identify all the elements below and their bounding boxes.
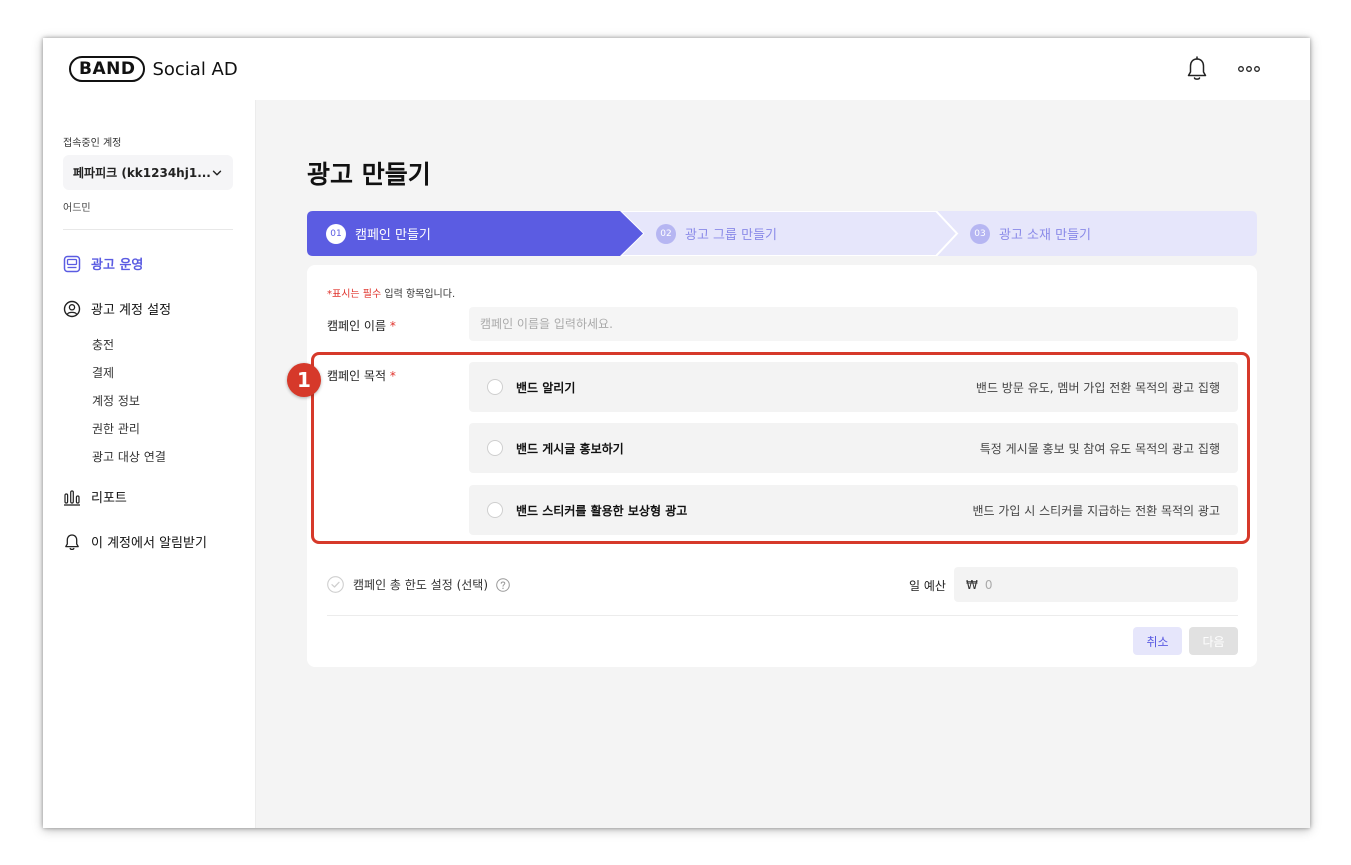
step-3: 03 광고 소재 만들기 bbox=[970, 211, 1091, 256]
objective-description: 밴드 방문 유도, 멤버 가입 전환 목적의 광고 집행 bbox=[975, 380, 1220, 395]
required-note: *표시는 필수 입력 항목입니다. bbox=[327, 285, 455, 300]
required-star: * bbox=[389, 369, 396, 383]
logo[interactable]: BAND Social AD bbox=[69, 56, 238, 82]
page-title: 광고 만들기 bbox=[307, 160, 431, 189]
campaign-form-card: *표시는 필수 입력 항목입니다. 캠페인 이름 * 캠페인 목적 * 밴드 알… bbox=[287, 265, 1257, 667]
sidebar-item-label: 광고 계정 설정 bbox=[91, 303, 172, 318]
objective-description: 특정 게시물 홍보 및 참여 유도 목적의 광고 집행 bbox=[979, 441, 1220, 456]
annotation-badge: 1 bbox=[287, 363, 321, 397]
radio-button[interactable] bbox=[487, 379, 503, 395]
step-3-label: 광고 소재 만들기 bbox=[999, 228, 1091, 243]
radio-button[interactable] bbox=[487, 440, 503, 456]
top-bar: BAND Social AD bbox=[43, 38, 1310, 101]
radio-button[interactable] bbox=[487, 502, 503, 518]
app-window: BAND Social AD 접속중인 계정 페파피크 (kk1234hj1..… bbox=[43, 38, 1310, 828]
sidebar-item-label: 이 계정에서 알림받기 bbox=[91, 536, 207, 551]
sidebar-item-report[interactable]: 리포트 bbox=[63, 487, 127, 506]
sidebar-item-account-settings[interactable]: 광고 계정 설정 bbox=[63, 299, 171, 318]
objective-description: 밴드 가입 시 스티커를 지급하는 전환 목적의 광고 bbox=[972, 503, 1220, 518]
bell-icon bbox=[65, 533, 79, 550]
report-chart-icon bbox=[64, 489, 80, 506]
campaign-limit-toggle[interactable]: 캠페인 총 한도 설정 (선택) bbox=[327, 576, 510, 593]
step-1-number: 01 bbox=[326, 223, 346, 244]
step-1: 01 캠페인 만들기 bbox=[326, 211, 431, 256]
objective-title: 밴드 알리기 bbox=[516, 380, 576, 395]
check-circle-icon[interactable] bbox=[327, 576, 344, 593]
daily-budget-value: 0 bbox=[984, 577, 993, 592]
sidebar-item-ad-operation[interactable]: 광고 운영 bbox=[63, 254, 143, 273]
sidebar-subitem-payment[interactable]: 결제 bbox=[92, 364, 114, 381]
campaign-name-label-text: 캠페인 이름 bbox=[327, 319, 387, 333]
required-note-red: *표시는 필수 bbox=[327, 289, 382, 300]
campaign-objective-label: 캠페인 목적 * bbox=[327, 367, 396, 384]
sidebar-subitem-account-info[interactable]: 계정 정보 bbox=[92, 392, 140, 409]
help-icon[interactable] bbox=[496, 577, 510, 592]
chevron-down-icon bbox=[212, 170, 222, 175]
step-3-number: 03 bbox=[970, 223, 990, 244]
objective-option-band-promotion[interactable]: 밴드 알리기 밴드 방문 유도, 멤버 가입 전환 목적의 광고 집행 bbox=[469, 362, 1238, 412]
logo-band-mark: BAND bbox=[69, 56, 146, 82]
step-arrows bbox=[307, 211, 1257, 256]
account-selector[interactable]: 페파피크 (kk1234hj1... bbox=[63, 155, 233, 190]
main-content: 광고 만들기 01 캠페인 만들기 02 광고 그룹 만들기 03 광고 소재 … bbox=[256, 100, 1310, 828]
campaign-name-input[interactable] bbox=[469, 307, 1238, 341]
account-name: 페파피크 (kk1234hj1... bbox=[73, 166, 211, 180]
required-note-text: 입력 항목입니다. bbox=[381, 289, 456, 300]
step-2: 02 광고 그룹 만들기 bbox=[656, 211, 777, 256]
sidebar-divider bbox=[63, 229, 233, 230]
campaign-objective-label-text: 캠페인 목적 bbox=[327, 369, 387, 383]
next-button[interactable]: 다음 bbox=[1189, 627, 1238, 655]
campaign-name-label: 캠페인 이름 * bbox=[327, 317, 396, 334]
sidebar-item-notifications[interactable]: 이 계정에서 알림받기 bbox=[63, 532, 207, 551]
account-label: 접속중인 계정 bbox=[63, 138, 122, 149]
objective-option-sticker-reward[interactable]: 밴드 스티커를 활용한 보상형 광고 밴드 가입 시 스티커를 지급하는 전환 … bbox=[469, 485, 1238, 535]
bell-icon[interactable] bbox=[1185, 56, 1209, 82]
user-circle-icon bbox=[63, 300, 81, 317]
step-2-number: 02 bbox=[656, 223, 676, 244]
sidebar-subitem-ad-target[interactable]: 광고 대상 연결 bbox=[92, 448, 166, 465]
step-1-label: 캠페인 만들기 bbox=[355, 228, 431, 243]
currency-symbol: ₩ bbox=[966, 577, 978, 592]
required-star: * bbox=[389, 319, 396, 333]
sidebar-item-label: 광고 운영 bbox=[91, 258, 144, 273]
objective-option-post-promotion[interactable]: 밴드 게시글 홍보하기 특정 게시물 홍보 및 참여 유도 목적의 광고 집행 bbox=[469, 423, 1238, 473]
daily-budget-input[interactable]: ₩ 0 bbox=[954, 567, 1238, 602]
form-divider bbox=[327, 615, 1238, 616]
more-icon[interactable] bbox=[1237, 64, 1261, 74]
step-progress: 01 캠페인 만들기 02 광고 그룹 만들기 03 광고 소재 만들기 bbox=[307, 211, 1257, 256]
sidebar: 접속중인 계정 페파피크 (kk1234hj1... 어드민 광고 운영 광고 … bbox=[43, 100, 256, 828]
objective-title: 밴드 게시글 홍보하기 bbox=[516, 441, 624, 456]
sidebar-subitem-charge[interactable]: 충전 bbox=[92, 336, 114, 353]
daily-budget-label: 일 예산 bbox=[909, 579, 946, 593]
campaign-limit-label: 캠페인 총 한도 설정 (선택) bbox=[353, 578, 489, 592]
sidebar-subitem-permissions[interactable]: 권한 관리 bbox=[92, 420, 140, 437]
sidebar-item-label: 리포트 bbox=[91, 491, 127, 506]
step-2-label: 광고 그룹 만들기 bbox=[685, 228, 777, 243]
cancel-button[interactable]: 취소 bbox=[1133, 627, 1182, 655]
objective-title: 밴드 스티커를 활용한 보상형 광고 bbox=[516, 503, 688, 518]
ad-board-icon bbox=[63, 255, 81, 272]
logo-text: Social AD bbox=[152, 58, 238, 80]
account-role: 어드민 bbox=[63, 203, 91, 214]
